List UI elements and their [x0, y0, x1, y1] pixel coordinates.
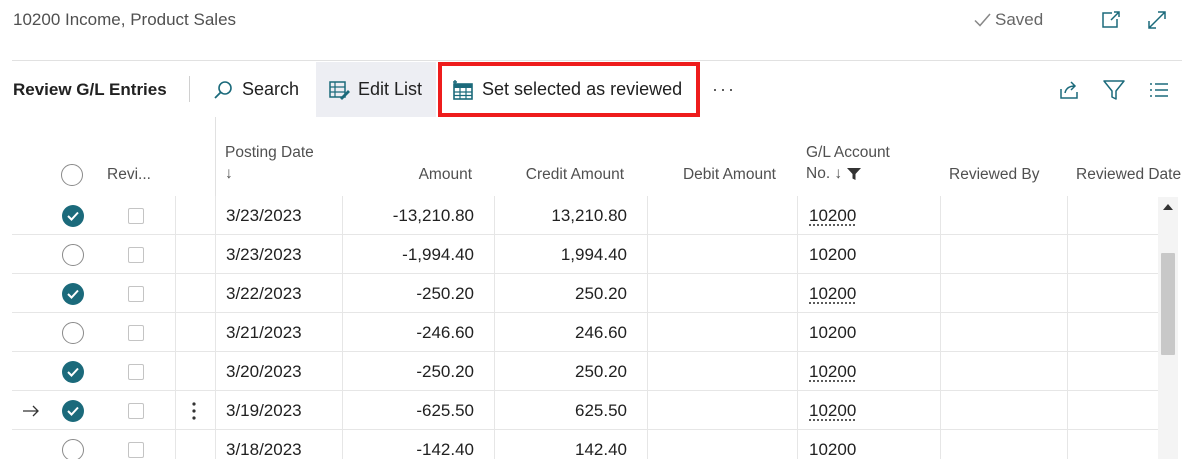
- gl-account-no-cell[interactable]: 10200: [809, 391, 856, 430]
- list-view-icon[interactable]: [1146, 77, 1172, 103]
- search-icon: [212, 79, 234, 101]
- edit-list-icon: [328, 79, 350, 101]
- scroll-up-arrow-icon[interactable]: [1163, 204, 1173, 210]
- gl-account-no-cell[interactable]: 10200: [809, 352, 856, 391]
- action-bar-title: Review G/L Entries: [13, 80, 167, 99]
- column-header-debit-amount[interactable]: Debit Amount: [652, 166, 776, 184]
- posting-date-cell: 3/18/2023: [226, 439, 302, 459]
- reviewed-checkbox[interactable]: [128, 391, 144, 430]
- row-select-checkbox[interactable]: [62, 313, 84, 352]
- column-header-posting-date[interactable]: Posting Date: [225, 144, 314, 162]
- credit-amount-cell: 1,994.40: [560, 244, 627, 264]
- toolbar-separator: [189, 76, 190, 102]
- current-row-arrow-icon: [22, 391, 40, 430]
- table-row[interactable]: 3/19/2023 -625.50 625.50 10200: [12, 391, 1162, 430]
- posting-date-cell: 3/19/2023: [226, 400, 302, 420]
- gl-account-no-cell: 10200: [809, 439, 857, 459]
- credit-amount-cell: 625.50: [575, 400, 627, 420]
- row-select-checkbox[interactable]: [62, 196, 84, 235]
- credit-amount-cell: 246.60: [575, 322, 627, 342]
- edit-list-label: Edit List: [358, 79, 423, 99]
- set-selected-as-reviewed-button[interactable]: Set selected as reviewed: [438, 62, 700, 117]
- credit-amount-cell: 13,210.80: [551, 205, 627, 225]
- checkmark-icon: [974, 13, 991, 27]
- vertical-scrollbar[interactable]: [1158, 197, 1178, 459]
- posting-date-cell: 3/22/2023: [226, 283, 302, 303]
- reviewed-checkbox[interactable]: [128, 274, 144, 313]
- credit-amount-cell: 250.20: [575, 283, 627, 303]
- reviewed-checkbox[interactable]: [128, 196, 144, 235]
- table-row[interactable]: 3/22/2023 -250.20 250.20 10200: [12, 274, 1162, 313]
- set-selected-as-reviewed-label: Set selected as reviewed: [482, 79, 683, 99]
- scrollbar-thumb[interactable]: [1161, 253, 1175, 355]
- table-row[interactable]: 3/23/2023 -13,210.80 13,210.80 10200: [12, 196, 1162, 235]
- page-header: 10200 Income, Product Sales Saved: [0, 0, 1190, 40]
- table-row[interactable]: 3/21/2023 -246.60 246.60 10200: [12, 313, 1162, 352]
- gl-account-no-cell[interactable]: 10200: [809, 274, 856, 313]
- column-header-reviewed[interactable]: Revi...: [107, 166, 151, 184]
- column-header-gl-account[interactable]: G/L Account: [806, 144, 890, 162]
- select-all-checkbox[interactable]: [61, 164, 83, 186]
- row-select-checkbox[interactable]: [62, 235, 84, 274]
- column-header-reviewed-date[interactable]: Reviewed Date: [1076, 166, 1181, 184]
- row-select-checkbox[interactable]: [62, 274, 84, 313]
- table-row[interactable]: 3/18/2023 -142.40 142.40 10200: [12, 430, 1162, 459]
- reviewed-checkbox[interactable]: [128, 430, 144, 459]
- posting-date-cell: 3/21/2023: [226, 322, 302, 342]
- saved-status: Saved: [972, 10, 1043, 30]
- column-header-reviewed-by[interactable]: Reviewed By: [949, 166, 1039, 184]
- share-icon[interactable]: [1056, 77, 1082, 103]
- credit-amount-cell: 142.40: [575, 439, 627, 459]
- header-divider: [12, 60, 1182, 61]
- gl-account-no-cell: 10200: [809, 244, 857, 264]
- reviewed-checkbox[interactable]: [128, 352, 144, 391]
- amount-cell: -250.20: [416, 283, 474, 303]
- row-select-checkbox[interactable]: [62, 391, 84, 430]
- amount-cell: -250.20: [416, 361, 474, 381]
- page-title: 10200 Income, Product Sales: [13, 10, 237, 29]
- credit-amount-cell: 250.20: [575, 361, 627, 381]
- gl-account-no-cell[interactable]: 10200: [809, 196, 856, 235]
- row-select-checkbox[interactable]: [62, 430, 84, 459]
- amount-cell: -1,994.40: [402, 244, 474, 264]
- column-header-credit-amount[interactable]: Credit Amount: [502, 166, 624, 184]
- table-row[interactable]: 3/20/2023 -250.20 250.20 10200: [12, 352, 1162, 391]
- expand-icon[interactable]: [1146, 9, 1168, 31]
- sort-descending-indicator: ↓: [225, 165, 233, 182]
- reviewed-checkbox[interactable]: [128, 235, 144, 274]
- grid-header: Revi... Posting Date ↓ Amount Credit Amo…: [12, 117, 1190, 197]
- row-actions-menu-icon[interactable]: [192, 391, 196, 430]
- more-options-button[interactable]: ···: [700, 62, 748, 117]
- open-in-new-window-icon[interactable]: [1100, 9, 1122, 31]
- edit-list-button[interactable]: Edit List: [316, 62, 436, 117]
- posting-date-cell: 3/23/2023: [226, 205, 302, 225]
- gl-account-no-label: No. ↓: [806, 165, 843, 182]
- amount-cell: -625.50: [416, 400, 474, 420]
- filter-icon[interactable]: [1101, 77, 1127, 103]
- amount-cell: -142.40: [416, 439, 474, 459]
- amount-cell: -13,210.80: [392, 205, 474, 225]
- grid-frozen-divider: [215, 117, 216, 197]
- spreadsheet-icon: [452, 79, 474, 101]
- saved-label: Saved: [995, 10, 1044, 29]
- search-button-label: Search: [242, 79, 300, 99]
- gl-entries-grid: Revi... Posting Date ↓ Amount Credit Amo…: [12, 117, 1190, 459]
- posting-date-cell: 3/20/2023: [226, 361, 302, 381]
- gl-account-no-cell: 10200: [809, 322, 857, 342]
- reviewed-checkbox[interactable]: [128, 313, 144, 352]
- table-row[interactable]: 3/23/2023 -1,994.40 1,994.40 10200: [12, 235, 1162, 274]
- posting-date-cell: 3/23/2023: [226, 244, 302, 264]
- column-header-amount[interactable]: Amount: [352, 166, 472, 184]
- action-bar: Review G/L Entries Search Edit List Set …: [0, 62, 1190, 117]
- column-header-gl-account-no[interactable]: No. ↓: [806, 165, 862, 183]
- row-select-checkbox[interactable]: [62, 352, 84, 391]
- amount-cell: -246.60: [416, 322, 474, 342]
- filter-icon: [847, 168, 862, 180]
- search-button[interactable]: Search: [200, 62, 311, 117]
